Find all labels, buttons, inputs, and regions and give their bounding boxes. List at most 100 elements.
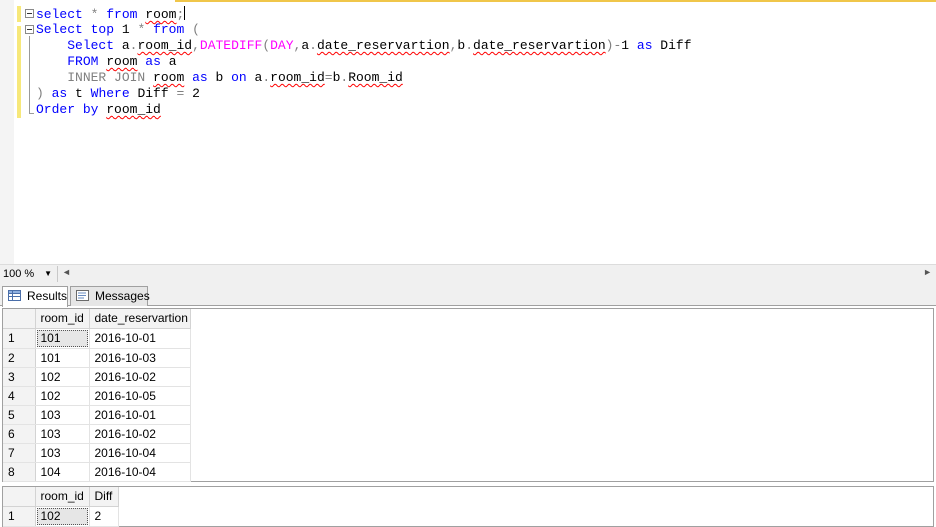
table-row[interactable]: 6 103 2016-10-02: [3, 424, 191, 444]
code-token: INNER JOIN: [67, 70, 146, 85]
tab-messages[interactable]: Messages: [70, 286, 150, 306]
zoom-dropdown[interactable]: 100 % ▼: [0, 266, 58, 282]
code-token: from: [153, 22, 185, 37]
editor-top-accent: [175, 0, 936, 2]
table-cell[interactable]: 2: [89, 506, 119, 527]
row-number[interactable]: 8: [3, 462, 36, 482]
row-number[interactable]: 3: [3, 367, 36, 387]
table-cell[interactable]: 2016-10-01: [89, 328, 191, 349]
code-token: as: [145, 54, 161, 69]
table-cell[interactable]: 103: [35, 443, 90, 463]
table-row[interactable]: 1 102 2: [3, 506, 119, 527]
table-cell[interactable]: 101: [35, 328, 90, 349]
table-row[interactable]: 3 102 2016-10-02: [3, 367, 191, 387]
results-table: room_id date_reservartion 1 101 2016-10-01…: [3, 309, 191, 482]
code-token: DATEDIFF: [199, 38, 263, 53]
row-number[interactable]: 4: [3, 386, 36, 406]
code-line[interactable]: Select a.room_id,DATEDIFF(DAY,a.date_res…: [36, 38, 691, 54]
code-line[interactable]: select * from room;: [36, 6, 692, 22]
code-token: room_id: [270, 70, 325, 85]
table-cell[interactable]: 103: [35, 405, 90, 425]
table-cell[interactable]: 2016-10-05: [89, 386, 191, 406]
code-token: ): [36, 86, 44, 101]
results-grid-1[interactable]: room_id date_reservartion 1 101 2016-10-01…: [2, 308, 934, 482]
code-line[interactable]: Select top 1 * from (: [36, 22, 692, 38]
row-number[interactable]: 1: [3, 506, 36, 527]
row-number[interactable]: 5: [3, 405, 36, 425]
collapse-icon[interactable]: [25, 25, 34, 34]
row-number[interactable]: 7: [3, 443, 36, 463]
code-token: 1: [621, 38, 637, 53]
code-token: date_reservartion: [316, 38, 450, 53]
column-header-room-id[interactable]: room_id: [35, 309, 90, 329]
grid-corner[interactable]: [3, 487, 36, 507]
code-token: room: [145, 7, 177, 22]
table-cell[interactable]: 102: [35, 367, 90, 387]
code-line[interactable]: ) as t Where Diff = 2: [36, 86, 692, 102]
tab-results[interactable]: Results: [2, 286, 68, 307]
change-marker: [17, 6, 21, 22]
sql-code[interactable]: select * from room; Select top 1 * from (…: [36, 6, 692, 118]
fold-guide-end: [29, 113, 34, 114]
scroll-right-arrow-icon[interactable]: ►: [923, 267, 932, 277]
code-token: Diff: [129, 86, 177, 101]
table-cell[interactable]: 2016-10-01: [89, 405, 191, 425]
code-token: Where: [90, 86, 130, 101]
grid-corner[interactable]: [3, 309, 36, 329]
table-cell[interactable]: 2016-10-02: [89, 424, 191, 444]
dropdown-arrow-icon: ▼: [44, 269, 52, 278]
messages-icon: [76, 290, 89, 301]
table-cell[interactable]: 2016-10-02: [89, 367, 191, 387]
table-row[interactable]: 7 103 2016-10-04: [3, 443, 191, 463]
results-table: room_id Diff 1 102 2: [3, 487, 119, 527]
column-header-diff[interactable]: Diff: [89, 487, 119, 507]
table-cell[interactable]: 103: [35, 424, 90, 444]
collapse-icon[interactable]: [25, 9, 34, 18]
scroll-left-arrow-icon[interactable]: ◄: [62, 267, 71, 277]
code-token: Select: [67, 38, 115, 53]
tab-results-label: Results: [27, 289, 68, 303]
code-token: a: [160, 54, 177, 69]
table-cell[interactable]: 104: [35, 462, 90, 482]
selected-cell-value: 101: [36, 329, 88, 347]
table-row[interactable]: 5 103 2016-10-01: [3, 405, 191, 425]
code-token: from: [106, 7, 138, 22]
selected-cell-value: 102: [36, 507, 88, 525]
code-token: room: [106, 54, 138, 69]
code-token: .: [309, 38, 317, 53]
results-grid-2[interactable]: room_id Diff 1 102 2: [2, 486, 934, 527]
table-cell[interactable]: 102: [35, 506, 90, 527]
code-line[interactable]: INNER JOIN room as b on a.room_id=b.Room…: [36, 70, 692, 86]
table-row[interactable]: 2 101 2016-10-03: [3, 348, 191, 368]
row-number[interactable]: 1: [3, 328, 36, 349]
code-token: (: [262, 38, 271, 53]
table-row[interactable]: 4 102 2016-10-05: [3, 386, 191, 406]
code-line[interactable]: FROM room as a: [36, 54, 692, 70]
table-cell[interactable]: 2016-10-04: [89, 443, 191, 463]
table-cell[interactable]: 102: [35, 386, 90, 406]
table-cell[interactable]: 101: [35, 348, 90, 368]
table-row[interactable]: 1 101 2016-10-01: [3, 328, 191, 349]
code-token: Order: [36, 102, 76, 117]
code-line[interactable]: Order by room_id: [36, 102, 692, 118]
row-number[interactable]: 6: [3, 424, 36, 444]
row-number[interactable]: 2: [3, 348, 36, 368]
table-cell[interactable]: 2016-10-03: [89, 348, 191, 368]
code-token: FROM: [67, 54, 99, 69]
column-header-room-id[interactable]: room_id: [35, 487, 90, 507]
editor-margin: [0, 0, 14, 264]
table-row[interactable]: 8 104 2016-10-04: [3, 462, 191, 482]
code-token: Select: [36, 22, 83, 37]
table-cell[interactable]: 2016-10-04: [89, 462, 191, 482]
code-token: .: [262, 70, 271, 85]
grid-icon: [8, 290, 21, 301]
column-header-date-reservartion[interactable]: date_reservartion: [89, 309, 191, 329]
query-editor[interactable]: select * from room; Select top 1 * from (…: [0, 0, 936, 264]
code-token: ;: [176, 7, 185, 22]
